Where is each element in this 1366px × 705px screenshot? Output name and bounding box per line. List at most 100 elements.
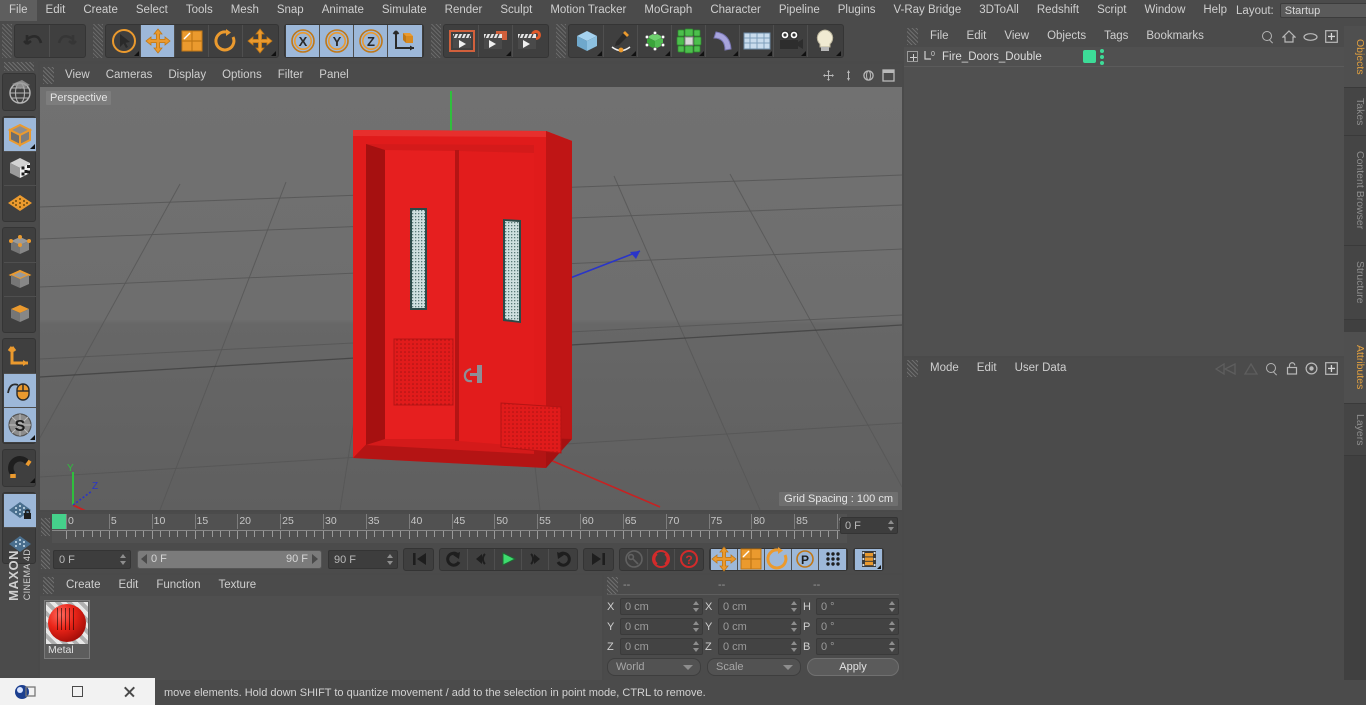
- vertical-tab-layers[interactable]: Layers: [1344, 404, 1366, 456]
- render-view-button[interactable]: [445, 25, 479, 57]
- menu-item-motion-tracker[interactable]: Motion Tracker: [541, 0, 635, 21]
- lock-x-axis-button[interactable]: X: [286, 25, 320, 57]
- coordinates-grip[interactable]: [607, 576, 618, 594]
- menu-item-pipeline[interactable]: Pipeline: [770, 0, 829, 21]
- object-row[interactable]: 0 Fire_Doors_Double: [904, 47, 1344, 67]
- spinner-icon[interactable]: [790, 601, 797, 612]
- timeline-grip[interactable]: [41, 518, 50, 536]
- toolbar-grip[interactable]: [431, 24, 441, 58]
- viewport-panel[interactable]: View Cameras Display Options Filter Panel: [40, 64, 902, 510]
- preview-range-bar[interactable]: 0 F 90 F: [137, 549, 322, 569]
- target-icon[interactable]: [1305, 362, 1318, 375]
- spinner-icon[interactable]: [692, 641, 699, 652]
- position-field-x[interactable]: 0 cm: [620, 598, 703, 615]
- plus-box-icon[interactable]: [1325, 362, 1338, 375]
- rotation-field-b[interactable]: 0 °: [816, 638, 899, 655]
- range-left-arrow-icon[interactable]: [141, 554, 147, 564]
- add-floor-button[interactable]: [740, 25, 774, 57]
- search-icon[interactable]: [1265, 362, 1279, 376]
- rotation-field-p[interactable]: 0 °: [816, 618, 899, 635]
- layout-dropdown[interactable]: Startup: [1279, 3, 1366, 18]
- keyframe-selection-button[interactable]: ?: [675, 549, 702, 570]
- toolbar-grip[interactable]: [2, 24, 12, 58]
- coordinate-system-dropdown[interactable]: World: [607, 658, 701, 676]
- menu-item-file[interactable]: File: [921, 26, 958, 47]
- menu-item-edit[interactable]: Edit: [968, 358, 1006, 379]
- current-frame-marker[interactable]: [52, 514, 66, 529]
- pan-view-icon[interactable]: [822, 69, 835, 82]
- rotate-tool[interactable]: [209, 25, 243, 57]
- go-to-start-button[interactable]: [405, 549, 432, 570]
- material-tag-icon[interactable]: [1083, 50, 1096, 63]
- play-forwards-button[interactable]: [549, 549, 576, 570]
- position-key-button[interactable]: [711, 546, 738, 572]
- maximize-view-icon[interactable]: [882, 69, 895, 82]
- autokeying-button[interactable]: [648, 548, 675, 570]
- timeline-ruler[interactable]: 051015202530354045505560657075808590: [52, 514, 851, 543]
- menu-item-objects[interactable]: Objects: [1038, 26, 1095, 47]
- transport-grip[interactable]: [41, 549, 50, 569]
- size-field-z[interactable]: 0 cm: [718, 638, 801, 655]
- spinner-icon[interactable]: [692, 601, 699, 612]
- attributes-manager-grip[interactable]: [907, 360, 918, 377]
- viewport-solo-button[interactable]: [4, 374, 36, 408]
- rotate-view-icon[interactable]: [862, 69, 875, 82]
- menu-item-snap[interactable]: Snap: [268, 0, 313, 21]
- attributes-content[interactable]: [904, 379, 1344, 680]
- zoom-view-icon[interactable]: [842, 69, 855, 82]
- apply-button[interactable]: Apply: [807, 658, 899, 676]
- undo-button[interactable]: [16, 25, 50, 57]
- menu-item-file[interactable]: File: [0, 0, 37, 21]
- plus-box-icon[interactable]: [1325, 30, 1338, 43]
- vertical-tab-structure[interactable]: Structure: [1344, 246, 1366, 320]
- polygons-mode-button[interactable]: [4, 297, 36, 331]
- lock-y-axis-button[interactable]: Y: [320, 25, 354, 57]
- menu-item-panel[interactable]: Panel: [311, 65, 356, 86]
- menu-item-character[interactable]: Character: [701, 0, 770, 21]
- menu-item-texture[interactable]: Texture: [209, 575, 265, 596]
- current-frame-field[interactable]: 0 F: [53, 549, 131, 569]
- menu-item-script[interactable]: Script: [1088, 0, 1135, 21]
- menu-item-help[interactable]: Help: [1194, 0, 1236, 21]
- live-selection-tool[interactable]: [107, 25, 141, 57]
- add-nurbs-button[interactable]: [638, 25, 672, 57]
- texture-mode-button[interactable]: [4, 152, 36, 186]
- position-field-z[interactable]: 0 cm: [620, 638, 703, 655]
- size-field-x[interactable]: 0 cm: [718, 598, 801, 615]
- scale-key-button[interactable]: [738, 548, 765, 570]
- menu-item-view[interactable]: View: [995, 26, 1038, 47]
- material-item[interactable]: Metal: [44, 600, 90, 659]
- play-backwards-button[interactable]: [441, 548, 468, 570]
- spinner-icon[interactable]: [790, 641, 797, 652]
- maximize-button[interactable]: [52, 678, 104, 705]
- workplane-mode-button[interactable]: [4, 186, 36, 220]
- menu-item-function[interactable]: Function: [147, 575, 209, 596]
- add-light-button[interactable]: [808, 25, 842, 57]
- search-icon[interactable]: [1261, 30, 1275, 44]
- end-frame-field[interactable]: 90 F: [328, 549, 398, 569]
- render-region-button[interactable]: [479, 25, 513, 57]
- spinner-icon[interactable]: [386, 553, 393, 565]
- edges-mode-button[interactable]: [4, 263, 36, 297]
- vertical-tab-takes[interactable]: Takes: [1344, 88, 1366, 136]
- add-cube-button[interactable]: [570, 25, 604, 57]
- spinner-icon[interactable]: [119, 553, 126, 565]
- eye-icon[interactable]: [1303, 32, 1318, 42]
- move-secondary-tool[interactable]: [243, 25, 277, 57]
- menu-item-animate[interactable]: Animate: [313, 0, 373, 21]
- material-manager-grip[interactable]: [43, 577, 54, 594]
- home-icon[interactable]: [1282, 30, 1296, 43]
- menu-item-create[interactable]: Create: [57, 575, 110, 596]
- menu-item-edit[interactable]: Edit: [37, 0, 75, 21]
- dots-tag-icon[interactable]: [1100, 48, 1104, 65]
- points-mode-button[interactable]: [4, 229, 36, 263]
- menu-item-simulate[interactable]: Simulate: [373, 0, 436, 21]
- toolbar-grip[interactable]: [93, 24, 103, 58]
- close-button[interactable]: [103, 678, 155, 705]
- next-frame-button[interactable]: [522, 548, 549, 570]
- menu-item-redshift[interactable]: Redshift: [1028, 0, 1088, 21]
- pla-key-button[interactable]: [819, 548, 846, 570]
- rotation-field-h[interactable]: 0 °: [816, 598, 899, 615]
- param-key-button[interactable]: P: [792, 548, 819, 570]
- previous-frame-button[interactable]: [468, 548, 495, 570]
